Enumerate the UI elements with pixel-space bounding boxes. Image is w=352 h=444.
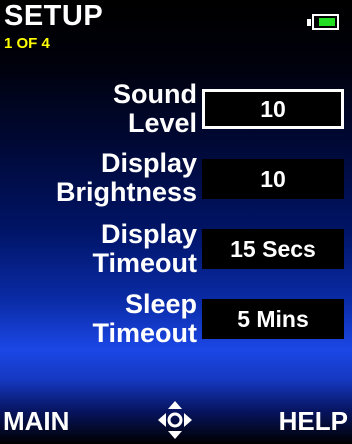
battery-cap bbox=[307, 19, 311, 26]
directional-pad-icon bbox=[158, 401, 192, 439]
help-softkey[interactable]: HELP bbox=[279, 408, 348, 434]
display-timeout-value[interactable]: 15 Secs bbox=[202, 229, 344, 269]
setting-label-line1: Sleep bbox=[124, 289, 197, 319]
setup-screen: SETUP 1 OF 4 Sound Level 10 Display Brig… bbox=[0, 0, 352, 444]
setting-label-line2: Level bbox=[127, 108, 197, 138]
setting-label-line1: Sound bbox=[113, 79, 197, 109]
setting-label-line1: Display bbox=[100, 219, 197, 249]
battery-level-fill bbox=[319, 18, 335, 26]
battery-icon bbox=[307, 14, 339, 30]
sleep-timeout-value[interactable]: 5 Mins bbox=[202, 299, 344, 339]
page-title: SETUP bbox=[4, 0, 104, 32]
setting-label-line2: Brightness bbox=[55, 177, 197, 207]
setting-label: Display Timeout bbox=[7, 220, 197, 278]
page-indicator: 1 OF 4 bbox=[4, 35, 50, 52]
sound-level-value[interactable]: 10 bbox=[202, 89, 344, 129]
setting-label-line2: Timeout bbox=[92, 248, 197, 278]
setting-label-line2: Timeout bbox=[92, 318, 197, 348]
setting-label-line1: Display bbox=[100, 148, 197, 178]
setting-label: Sleep Timeout bbox=[7, 290, 197, 348]
setting-label: Display Brightness bbox=[7, 149, 197, 207]
setting-label: Sound Level bbox=[7, 80, 197, 138]
main-softkey[interactable]: MAIN bbox=[3, 408, 69, 434]
display-brightness-value[interactable]: 10 bbox=[202, 159, 344, 199]
